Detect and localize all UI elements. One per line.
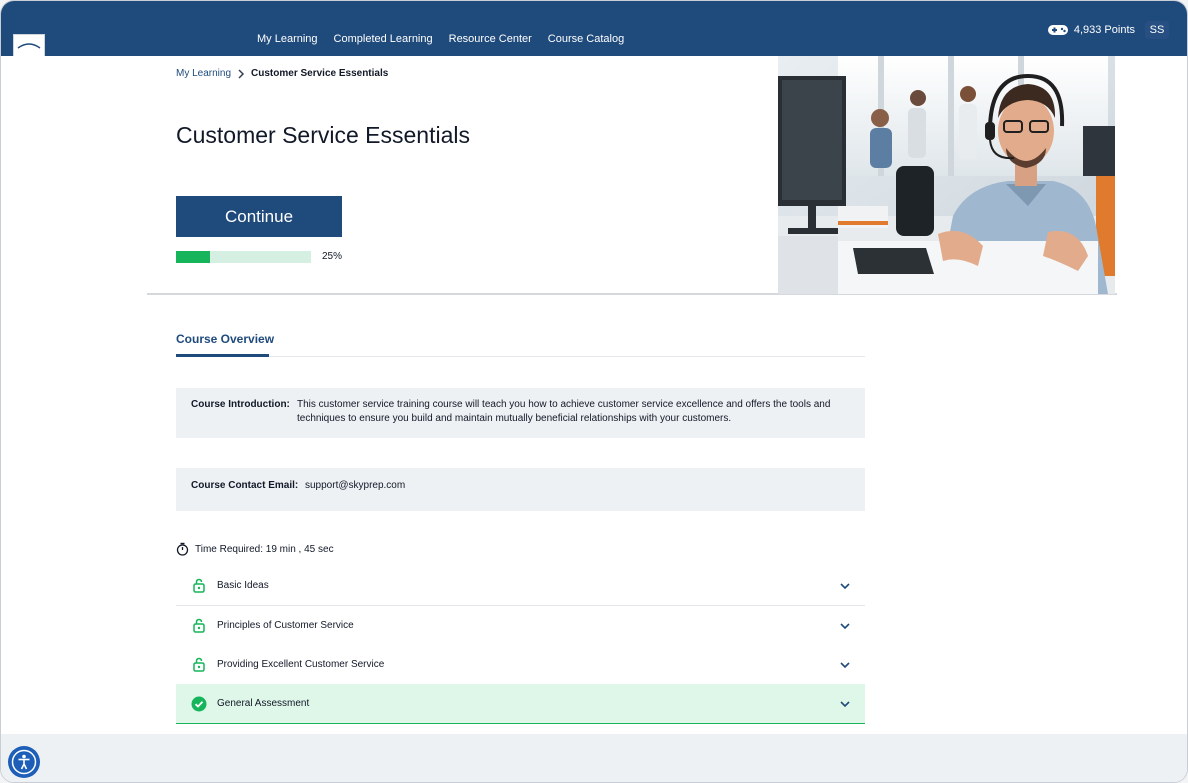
chevron-down-icon[interactable] <box>839 620 851 632</box>
course-contact-box: Course Contact Email: support@skyprep.co… <box>176 468 865 511</box>
footer-band <box>1 734 1187 782</box>
checkmark-circle-icon <box>191 696 207 712</box>
tab-active-indicator <box>176 354 269 357</box>
continue-button[interactable]: Continue <box>176 196 342 237</box>
chevron-down-icon[interactable] <box>839 698 851 710</box>
course-hero-image <box>778 56 1115 294</box>
time-required: Time Required: 19 min , 45 sec <box>176 542 334 556</box>
points-display: 4,933 Points SS <box>1047 21 1169 39</box>
nav-course-catalog[interactable]: Course Catalog <box>548 33 624 45</box>
progress-bar-fill <box>176 251 210 263</box>
gamepad-icon <box>1047 25 1068 35</box>
unlock-icon <box>191 618 207 634</box>
stopwatch-icon <box>176 542 189 556</box>
chevron-right-icon <box>238 68 245 79</box>
course-introduction-box: Course Introduction: This customer servi… <box>176 388 865 438</box>
course-introduction-label: Course Introduction: <box>191 399 290 410</box>
accessibility-button[interactable] <box>8 746 40 778</box>
lesson-row-general-assessment[interactable]: General Assessment <box>176 684 865 724</box>
course-contact-label: Course Contact Email: <box>191 480 299 491</box>
top-nav-bar: My Learning Completed Learning Resource … <box>1 1 1187 56</box>
points-label: 4,933 Points <box>1073 24 1135 36</box>
breadcrumb: My Learning Customer Service Essentials <box>176 68 388 79</box>
page-title: Customer Service Essentials <box>176 122 470 148</box>
tab-course-overview[interactable]: Course Overview <box>176 332 274 346</box>
main-nav: My Learning Completed Learning Resource … <box>257 33 624 45</box>
nav-completed-learning[interactable]: Completed Learning <box>334 33 433 45</box>
lesson-row-principles[interactable]: Principles of Customer Service <box>176 606 865 646</box>
accessibility-icon <box>11 749 37 775</box>
user-avatar[interactable]: SS <box>1145 21 1169 39</box>
tab-divider <box>176 356 865 357</box>
progress-label: 25% <box>322 251 343 262</box>
time-required-text: Time Required: 19 min , 45 sec <box>195 543 334 555</box>
customer-service-photo <box>778 56 1115 294</box>
unlock-icon <box>191 578 207 594</box>
breadcrumb-current: Customer Service Essentials <box>251 68 389 79</box>
chevron-down-icon[interactable] <box>839 580 851 592</box>
lesson-title: General Assessment <box>217 698 310 709</box>
logo[interactable] <box>13 34 45 56</box>
chevron-down-icon[interactable] <box>839 659 851 671</box>
course-contact-email[interactable]: support@skyprep.com <box>305 479 405 493</box>
lesson-title: Basic Ideas <box>217 580 269 591</box>
app-window: My Learning Completed Learning Resource … <box>0 0 1188 783</box>
unlock-icon <box>191 657 207 673</box>
lesson-row-basic-ideas[interactable]: Basic Ideas <box>176 566 865 606</box>
nav-my-learning[interactable]: My Learning <box>257 33 318 45</box>
nav-resource-center[interactable]: Resource Center <box>449 33 532 45</box>
breadcrumb-my-learning[interactable]: My Learning <box>176 68 231 79</box>
lesson-row-providing[interactable]: Providing Excellent Customer Service <box>176 645 865 685</box>
lesson-title: Providing Excellent Customer Service <box>217 659 385 670</box>
progress-bar <box>176 251 311 263</box>
logo-icon <box>17 42 41 49</box>
lesson-title: Principles of Customer Service <box>217 620 354 631</box>
course-introduction-text: This customer service training course wi… <box>297 399 831 424</box>
